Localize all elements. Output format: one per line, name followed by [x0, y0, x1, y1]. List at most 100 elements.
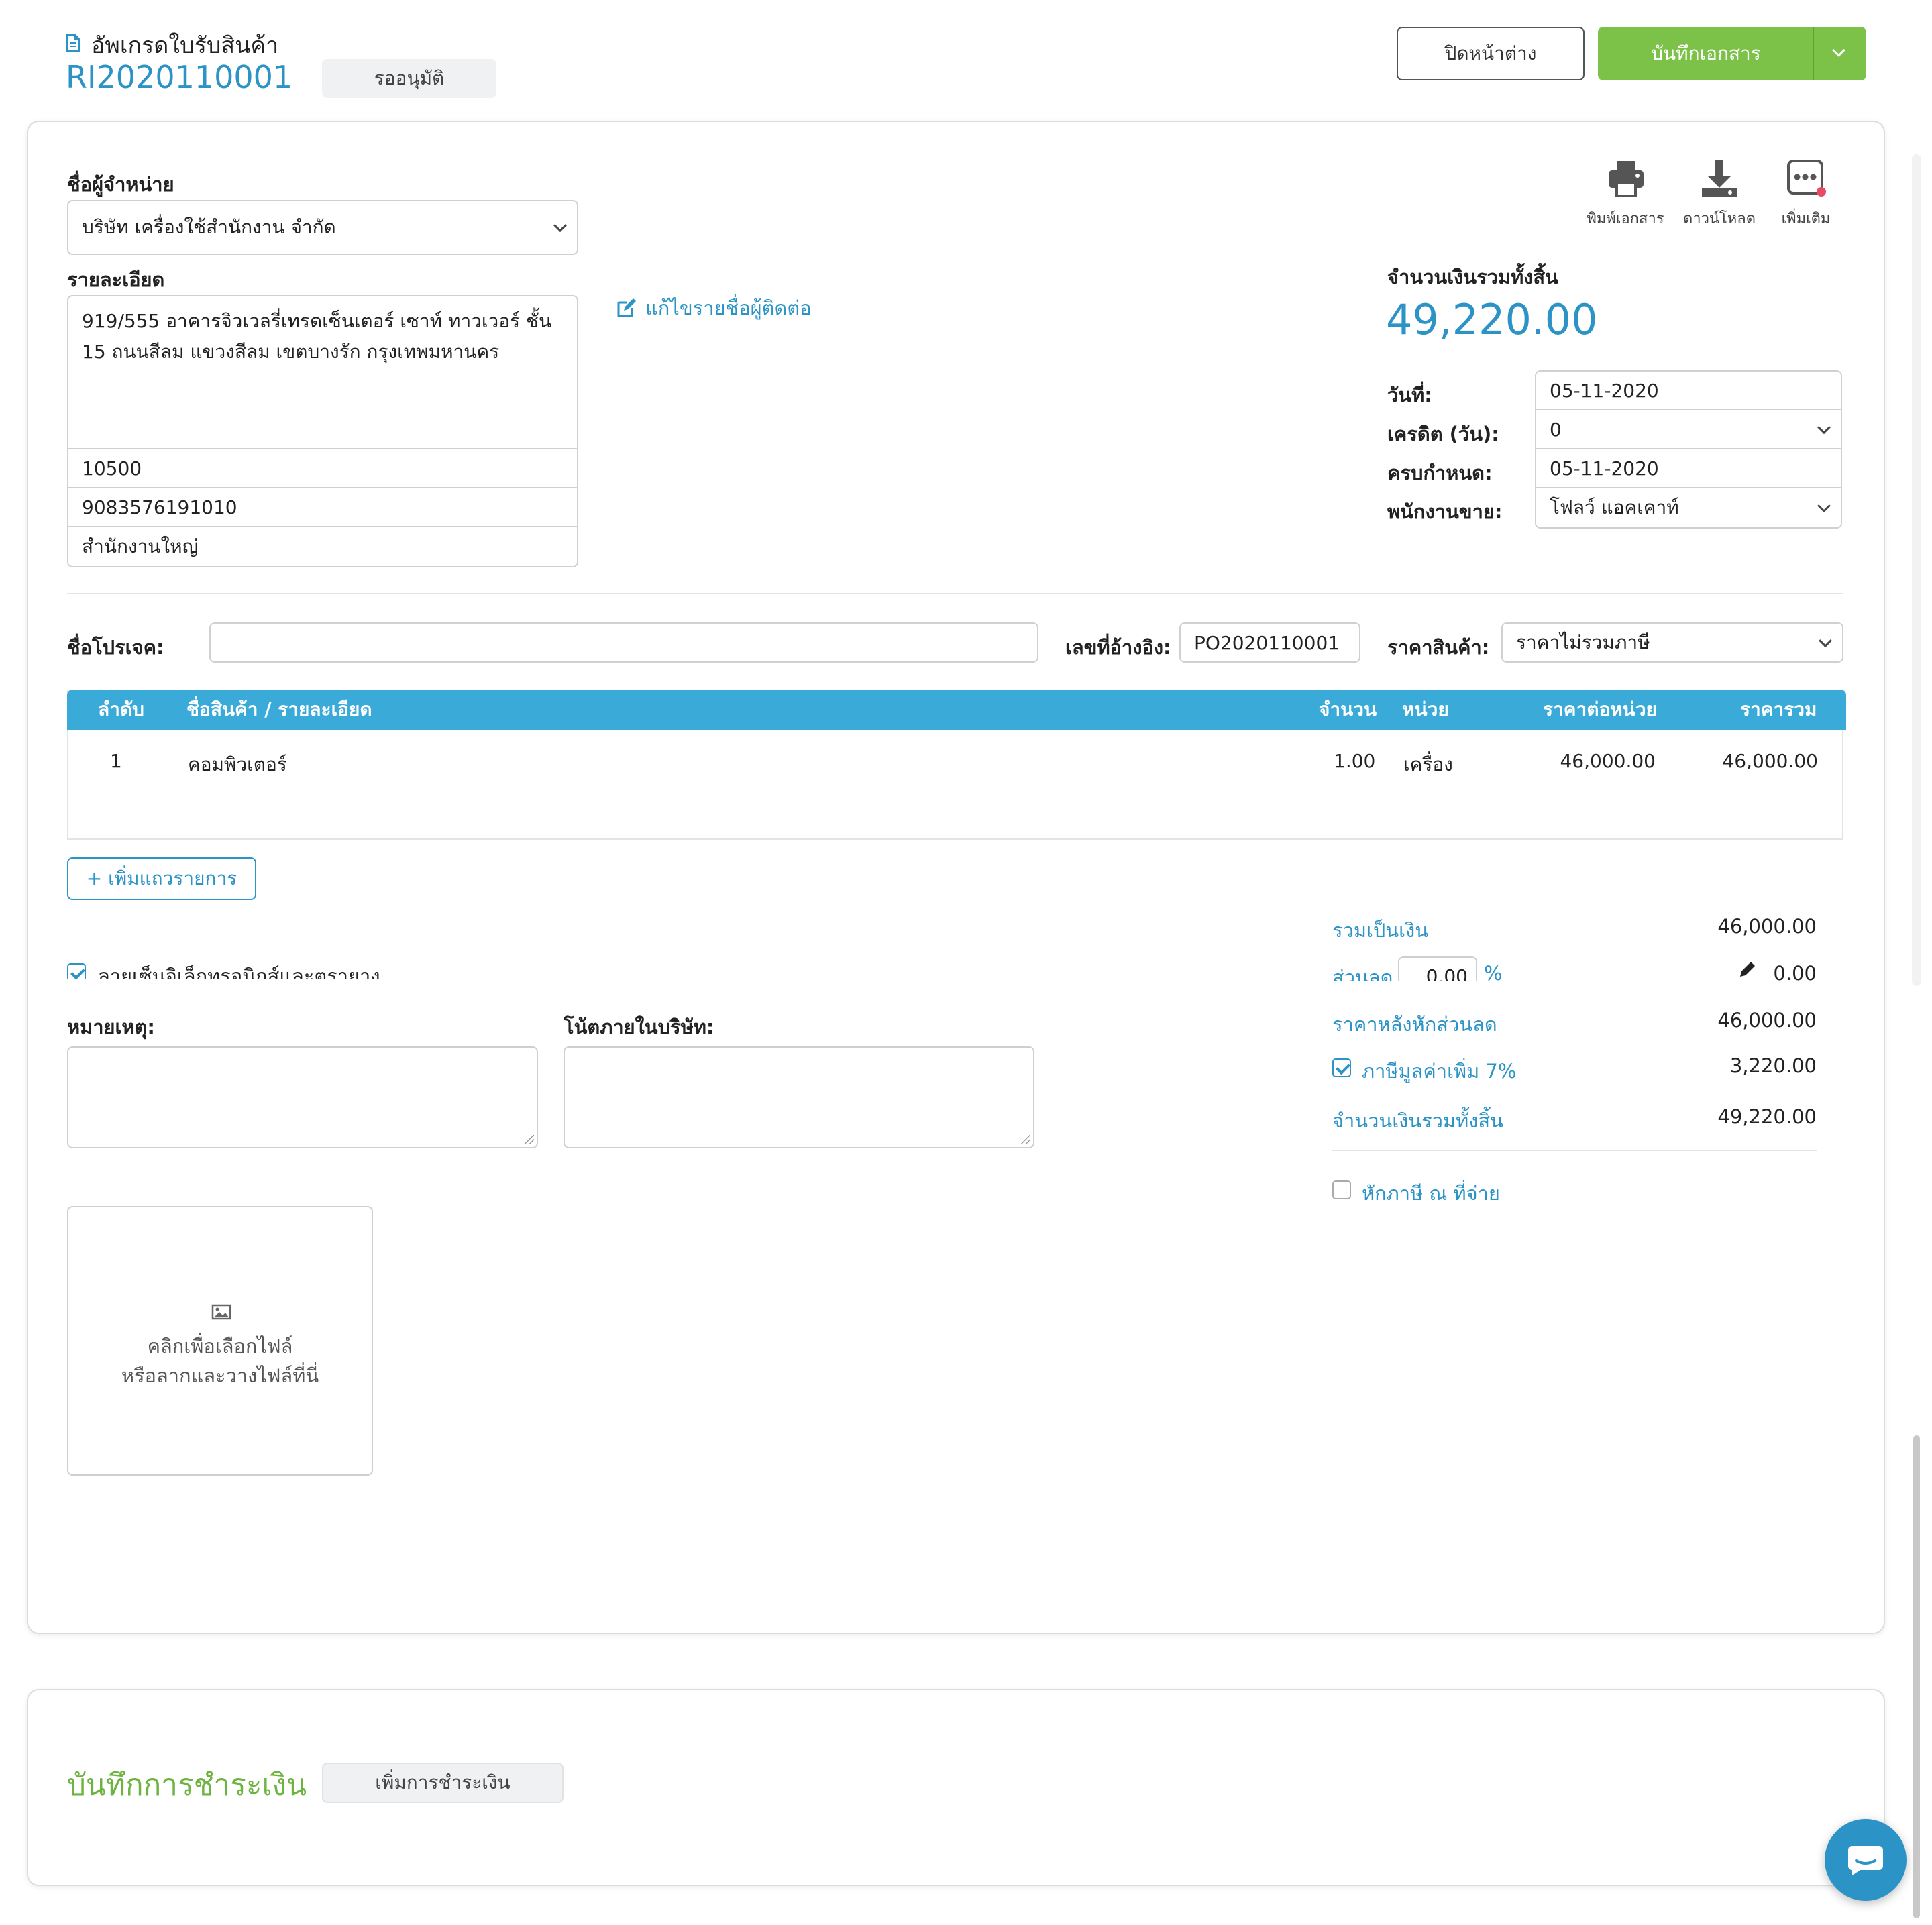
- print-label: พิมพ์เอกสาร: [1587, 211, 1664, 227]
- vat-label: ภาษีมูลค่าเพิ่ม 7%: [1362, 1060, 1517, 1083]
- chevron-down-icon: [1817, 421, 1831, 435]
- address-line-1: 919/555 อาคารจิวเวลรี่เทรดเซ็นเตอร์ เซาท…: [82, 310, 552, 332]
- subtotal-label: รวมเป็นเงิน: [1332, 919, 1429, 942]
- printer-icon: [1609, 161, 1644, 197]
- after-discount-value: 46,000.00: [1717, 1009, 1817, 1032]
- col-unit: หน่วย: [1402, 698, 1449, 720]
- chat-widget-button[interactable]: [1825, 1819, 1907, 1901]
- row-name: คอมพิวเตอร์: [188, 753, 287, 775]
- grand-total-amount: 49,220.00: [1386, 295, 1598, 344]
- row-seq: 1: [110, 750, 122, 772]
- after-discount-label: ราคาหลังหักส่วนลด: [1332, 1013, 1497, 1036]
- signature-label: ลายเซ็นอิเล็กทรอนิกส์และตรายาง: [98, 965, 380, 979]
- edit-icon: [617, 298, 636, 317]
- print-action[interactable]: พิมพ์เอกสาร: [1582, 158, 1669, 232]
- document-icon: [66, 34, 80, 52]
- branch-input[interactable]: สำนักงานใหญ่: [67, 526, 578, 567]
- discount-input[interactable]: 0.00: [1398, 956, 1477, 981]
- chevron-down-icon: [1817, 499, 1831, 513]
- vat-value: 3,220.00: [1729, 1054, 1817, 1077]
- image-icon: [211, 1304, 231, 1320]
- col-seq: ลำดับ: [98, 698, 144, 720]
- save-document-button[interactable]: บันทึกเอกสาร: [1598, 27, 1866, 80]
- remark-label: หมายเหตุ:: [67, 1015, 155, 1038]
- internal-note-textarea[interactable]: [564, 1046, 1034, 1148]
- price-type-label: ราคาสินค้า:: [1387, 636, 1490, 659]
- row-unit: เครื่อง: [1403, 753, 1453, 775]
- page-scrollbar[interactable]: [1912, 154, 1921, 986]
- credit-days-label: เครดิต (วัน):: [1387, 423, 1499, 445]
- close-window-button[interactable]: ปิดหน้าต่าง: [1397, 27, 1585, 80]
- postal-code-input[interactable]: 10500: [67, 448, 578, 488]
- due-date-input[interactable]: 05-11-2020: [1535, 448, 1842, 488]
- add-row-button[interactable]: + เพิ่มแถวรายการ: [67, 857, 256, 900]
- vendor-address-textarea[interactable]: 919/555 อาคารจิวเวลรี่เทรดเซ็นเตอร์ เซาท…: [67, 295, 578, 449]
- save-dropdown-divider: [1813, 27, 1814, 80]
- credit-days-select[interactable]: 0: [1535, 409, 1842, 449]
- row-total: 46,000.00: [1722, 750, 1818, 772]
- reference-input[interactable]: PO2020110001: [1179, 622, 1360, 663]
- vendor-name-label: ชื่อผู้จำหน่าย: [67, 173, 174, 196]
- edit-contact-link[interactable]: แก้ไขรายชื่อผู้ติดต่อ: [616, 292, 812, 323]
- col-name: ชื่อสินค้า / รายละเอียด: [186, 698, 372, 720]
- payment-title: บันทึกการชำระเงิน: [67, 1768, 307, 1802]
- salesperson-value: โฟลว์ แอคเคาท์: [1550, 496, 1679, 518]
- vendor-select[interactable]: บริษัท เครื่องใช้สำนักงาน จำกัด: [67, 200, 578, 255]
- summary-divider: [1332, 1150, 1817, 1151]
- section-divider: [67, 593, 1843, 594]
- discount-row: ส่วนลด 0.00 % 0.00: [1332, 955, 1817, 981]
- discount-label: ส่วนลด: [1332, 966, 1393, 981]
- row-qty: 1.00: [1334, 750, 1376, 772]
- salesperson-select[interactable]: โฟลว์ แอคเคาท์: [1535, 487, 1842, 529]
- discount-value: 0.00: [1773, 962, 1817, 981]
- discount-unit: %: [1484, 962, 1503, 981]
- download-action[interactable]: ดาวน์โหลด: [1677, 158, 1762, 232]
- more-dots-icon: [1787, 160, 1826, 197]
- tax-id-input[interactable]: 9083576191010: [67, 487, 578, 527]
- date-label: วันที่:: [1387, 384, 1432, 406]
- signature-option[interactable]: ลายเซ็นอิเล็กทรอนิกส์และตรายาง: [67, 956, 537, 979]
- items-table: ลำดับ ชื่อสินค้า / รายละเอียด จำนวน หน่ว…: [67, 690, 1846, 840]
- file-upload-dropzone[interactable]: คลิกเพื่อเลือกไฟล์ หรือลากและวางไฟล์ที่น…: [67, 1206, 373, 1476]
- vendor-select-value: บริษัท เครื่องใช้สำนักงาน จำกัด: [82, 216, 336, 238]
- vat-checkbox[interactable]: [1332, 1058, 1351, 1077]
- table-header: ลำดับ ชื่อสินค้า / รายละเอียด จำนวน หน่ว…: [67, 690, 1846, 730]
- project-name-input[interactable]: [209, 622, 1038, 663]
- more-action[interactable]: เพิ่มเติม: [1771, 158, 1841, 232]
- col-unit-price: ราคาต่อหน่วย: [1543, 698, 1657, 720]
- summary-grand-value: 49,220.00: [1717, 1105, 1817, 1128]
- vendor-detail-label: รายละเอียด: [67, 268, 165, 291]
- more-label: เพิ่มเติม: [1781, 211, 1831, 227]
- project-name-label: ชื่อโปรเจค:: [67, 636, 164, 659]
- price-type-value: ราคาไม่รวมภาษี: [1516, 631, 1650, 653]
- save-document-label: บันทึกเอกสาร: [1651, 42, 1761, 64]
- chevron-down-icon[interactable]: [1832, 44, 1845, 57]
- address-line-2: 15 ถนนสีลม แขวงสีลม เขตบางรัก กรุงเทพมหา…: [82, 341, 500, 363]
- signature-checkbox[interactable]: [67, 963, 86, 979]
- date-input[interactable]: 05-11-2020: [1535, 370, 1842, 410]
- page-scrollbar-thumb[interactable]: [1913, 1435, 1920, 1918]
- reference-label: เลขที่อ้างอิง:: [1065, 636, 1171, 659]
- col-total: ราคารวม: [1740, 698, 1817, 720]
- upload-line-1: คลิกเพื่อเลือกไฟล์: [147, 1335, 293, 1358]
- download-label: ดาวน์โหลด: [1682, 211, 1756, 227]
- price-type-select[interactable]: ราคาไม่รวมภาษี: [1501, 622, 1843, 663]
- salesperson-label: พนักงานขาย:: [1387, 500, 1503, 523]
- row-unit-price: 46,000.00: [1560, 750, 1656, 772]
- credit-days-value: 0: [1550, 418, 1562, 441]
- internal-note-label: โน้ตภายในบริษัท:: [564, 1015, 714, 1038]
- withholding-checkbox[interactable]: [1332, 1180, 1351, 1199]
- download-icon: [1702, 160, 1737, 197]
- remark-textarea[interactable]: [67, 1046, 538, 1148]
- pencil-icon[interactable]: [1737, 959, 1758, 979]
- edit-contact-label: แก้ไขรายชื่อผู้ติดต่อ: [645, 296, 812, 319]
- grand-total-heading: จำนวนเงินรวมทั้งสิ้น: [1387, 266, 1558, 288]
- doc-title: อัพเกรดใบรับสินค้า: [91, 32, 279, 59]
- table-row[interactable]: 1 คอมพิวเตอร์ 1.00 เครื่อง 46,000.00 46,…: [68, 750, 1845, 783]
- chevron-down-icon: [553, 219, 567, 233]
- col-qty: จำนวน: [1319, 698, 1377, 720]
- doc-number: RI2020110001: [66, 59, 293, 95]
- withholding-label: หักภาษี ณ ที่จ่าย: [1362, 1182, 1500, 1205]
- add-payment-button[interactable]: เพิ่มการชำระเงิน: [322, 1763, 564, 1803]
- subtotal-value: 46,000.00: [1717, 915, 1817, 938]
